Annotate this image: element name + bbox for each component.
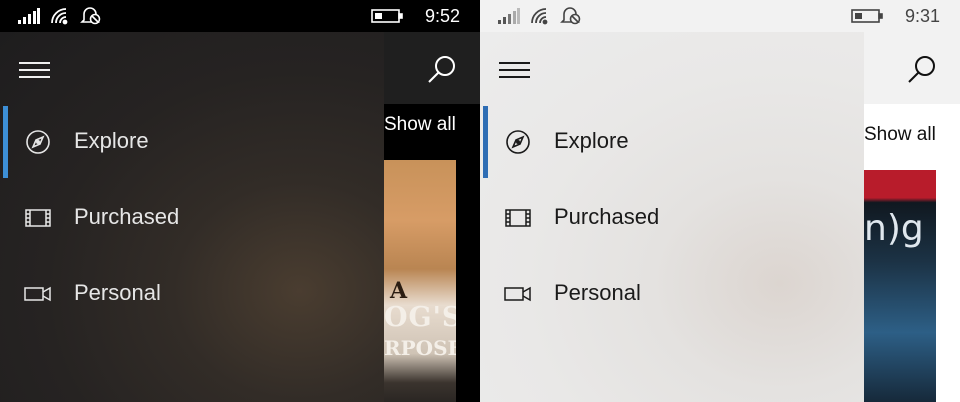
poster-title-line: n)g [864, 208, 924, 249]
signal-icon [18, 8, 40, 24]
show-all-link[interactable]: Show all [864, 124, 936, 146]
battery-icon [851, 8, 883, 24]
nav-item-label: Purchased [554, 204, 660, 229]
nav-item-label: Purchased [74, 204, 180, 229]
nav-item-explore[interactable]: Explore [480, 104, 864, 180]
hamburger-icon[interactable] [19, 60, 51, 82]
status-time: 9:31 [904, 5, 940, 26]
search-icon[interactable] [906, 54, 938, 86]
nav-item-label: Personal [554, 280, 641, 305]
nav-item-personal[interactable]: Personal [480, 256, 864, 332]
status-time: 9:52 [424, 5, 460, 26]
quiet-hours-icon [80, 6, 102, 26]
poster-title-line: RPOSE [384, 336, 456, 360]
poster-title-line: A [390, 278, 408, 304]
status-bar: 9:52 [0, 0, 480, 32]
video-camera-icon [504, 282, 532, 306]
film-strip-icon [504, 206, 532, 230]
status-bar: 9:31 [480, 0, 960, 32]
video-camera-icon [24, 282, 52, 306]
navigation-pane: Explore Purchased Personal [0, 32, 384, 402]
signal-icon [498, 8, 520, 24]
battery-icon [371, 8, 403, 24]
phone-screen-dark: 9:52 Show all A OG'S RPOSE Explore Purch… [0, 0, 480, 402]
selection-indicator [483, 106, 488, 178]
film-strip-icon [24, 206, 52, 230]
nav-item-personal[interactable]: Personal [0, 256, 384, 332]
phone-screen-light: 9:31 Show all n)g Explore Purchased Pers… [480, 0, 960, 402]
movie-poster[interactable]: n)g [864, 170, 936, 402]
hamburger-icon[interactable] [499, 60, 531, 82]
app-page-background: Show all A OG'S RPOSE [384, 32, 480, 402]
search-icon[interactable] [426, 54, 458, 86]
app-top-bar [864, 32, 960, 104]
show-all-link[interactable]: Show all [384, 114, 456, 136]
movie-poster[interactable]: A OG'S RPOSE [384, 160, 456, 402]
compass-icon [504, 130, 532, 154]
compass-icon [24, 130, 52, 154]
app-page-background: Show all n)g [864, 32, 960, 402]
poster-title-line: OG'S [384, 302, 456, 333]
quiet-hours-icon [560, 6, 582, 26]
nav-item-purchased[interactable]: Purchased [480, 180, 864, 256]
navigation-pane: Explore Purchased Personal [480, 32, 864, 402]
nav-item-purchased[interactable]: Purchased [0, 180, 384, 256]
nav-item-label: Explore [554, 128, 629, 153]
nav-item-explore[interactable]: Explore [0, 104, 384, 180]
wifi-icon [50, 7, 70, 25]
app-top-bar [384, 32, 480, 104]
nav-item-label: Explore [74, 128, 149, 153]
wifi-icon [530, 7, 550, 25]
nav-item-label: Personal [74, 280, 161, 305]
selection-indicator [3, 106, 8, 178]
